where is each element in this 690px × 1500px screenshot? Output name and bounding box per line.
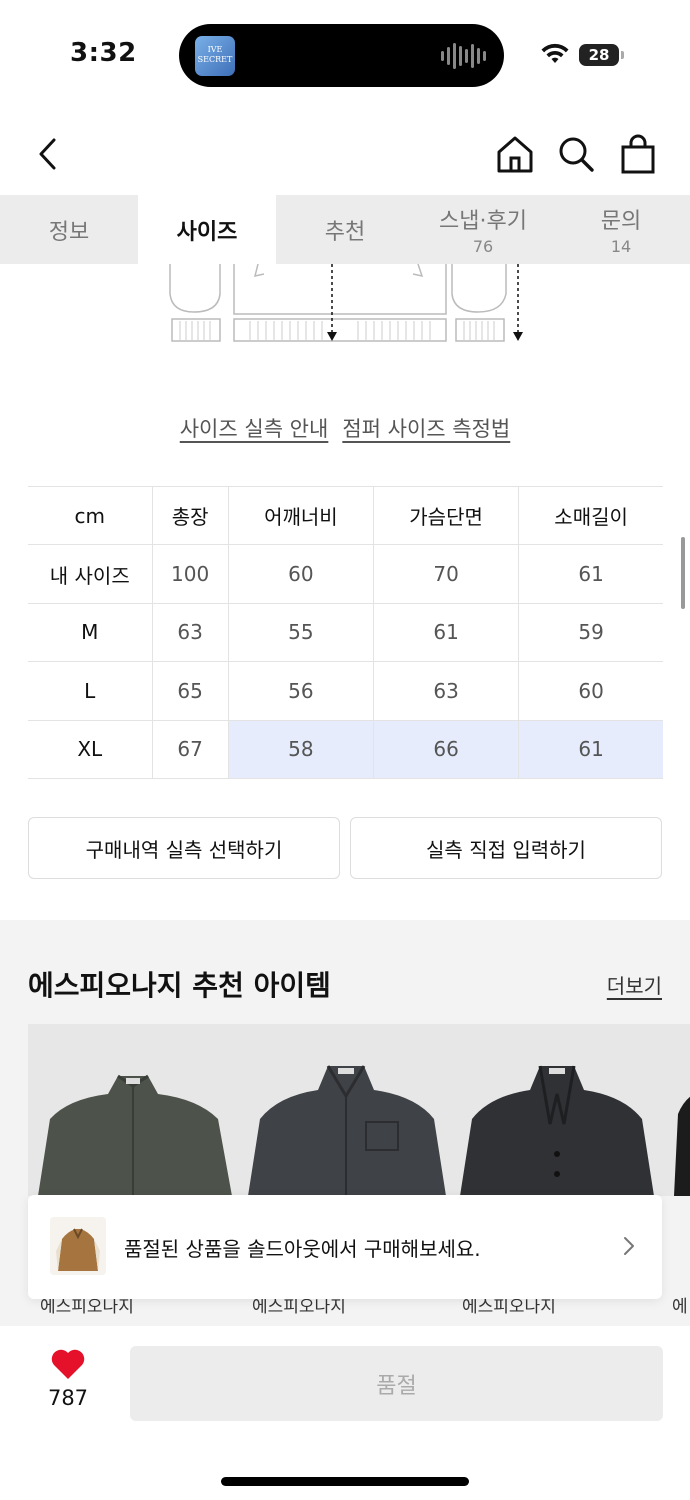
now-playing-artwork: IVE SECRET (195, 36, 235, 76)
table-cell: 65 (151, 661, 229, 721)
tab-label: 추천 (324, 219, 366, 245)
product-image[interactable] (664, 1024, 690, 1196)
heart-icon (51, 1349, 85, 1379)
scrollbar[interactable] (681, 537, 685, 609)
tab-label: 문의 (600, 209, 642, 234)
size-guide-link[interactable]: 사이즈 실측 안내 (180, 413, 329, 443)
table-cell-highlighted: 58 (227, 719, 374, 779)
tab-count: 76 (472, 237, 494, 256)
table-cell: 56 (227, 661, 374, 721)
cart-button[interactable] (614, 130, 662, 178)
table-header-row: cm 총장 어깨너비 가슴단면 소매길이 (28, 485, 663, 546)
recommend-title: 에스피오나지 추천 아이템 (28, 969, 331, 1002)
direct-input-measure-button[interactable]: 실측 직접 입력하기 (350, 817, 662, 879)
tab-label: 정보 (48, 219, 90, 245)
search-button[interactable] (552, 130, 600, 178)
tab-size[interactable]: 사이즈 (138, 195, 276, 264)
table-cell: M (28, 602, 153, 663)
search-icon (559, 137, 594, 172)
table-cell: 63 (372, 661, 520, 721)
product-brand: 에 (672, 1297, 688, 1317)
table-header-cell: 총장 (151, 485, 229, 546)
tab-reviews[interactable]: 스냅·후기 76 (414, 195, 552, 264)
table-header-cell: 가슴단면 (372, 485, 520, 546)
product-tabs: 정보 사이즈 추천 스냅·후기 76 문의 14 (0, 195, 690, 264)
measure-guide-link[interactable]: 점퍼 사이즈 측정법 (342, 413, 510, 443)
see-more-link[interactable]: 더보기 (607, 970, 662, 999)
table-cell-highlighted: 61 (518, 719, 663, 779)
tab-qna[interactable]: 문의 14 (552, 195, 690, 264)
table-row: XL 67 58 66 61 (28, 719, 663, 779)
size-table: cm 총장 어깨너비 가슴단면 소매길이 내 사이즈 100 60 70 61 … (28, 485, 663, 779)
size-diagram (169, 264, 523, 342)
table-cell: 60 (227, 544, 374, 604)
table-cell: 61 (372, 602, 520, 663)
soldout-button[interactable]: 품절 (130, 1346, 663, 1421)
table-cell: 59 (518, 602, 663, 663)
purchase-history-measure-button[interactable]: 구매내역 실측 선택하기 (28, 817, 340, 879)
table-cell: XL (28, 719, 153, 779)
tab-recommend[interactable]: 추천 (276, 195, 414, 264)
soldout-banner[interactable]: 품절된 상품을 솔드아웃에서 구매해보세요. (28, 1195, 662, 1299)
back-button[interactable] (24, 130, 72, 178)
table-cell: 70 (372, 544, 520, 604)
tab-label: 사이즈 (176, 219, 238, 245)
table-cell: 내 사이즈 (28, 544, 153, 604)
battery-tip (621, 51, 624, 59)
tab-count: 14 (610, 237, 632, 256)
table-row: 내 사이즈 100 60 70 61 (28, 544, 663, 604)
table-cell-highlighted: 66 (372, 719, 520, 779)
tab-info[interactable]: 정보 (0, 195, 138, 264)
tab-label: 스냅·후기 (439, 209, 527, 234)
table-row: M 63 55 61 59 (28, 602, 663, 663)
battery-indicator: 28 (579, 44, 619, 66)
home-icon (497, 136, 533, 173)
audio-wave-icon (441, 42, 486, 70)
like-button[interactable]: 787 (28, 1348, 108, 1410)
product-image[interactable] (452, 1024, 662, 1196)
home-button[interactable] (491, 130, 539, 178)
wifi-icon (541, 43, 569, 63)
dynamic-island: IVE SECRET (179, 24, 504, 87)
recommend-carousel[interactable] (28, 1024, 690, 1196)
table-cell: 63 (151, 602, 229, 663)
table-cell: 61 (518, 544, 663, 604)
product-image[interactable] (240, 1024, 450, 1196)
status-time: 3:32 (70, 38, 137, 68)
table-header-cell: 소매길이 (518, 485, 663, 546)
top-nav (0, 118, 690, 190)
shopping-bag-icon (621, 134, 655, 174)
like-count: 787 (47, 1386, 89, 1410)
table-header-cell: cm (28, 485, 153, 546)
table-cell: L (28, 661, 153, 721)
table-header-cell: 어깨너비 (227, 485, 374, 546)
chevron-left-icon (39, 138, 56, 170)
table-cell: 67 (151, 719, 229, 779)
chevron-right-icon (624, 1237, 634, 1255)
product-thumbnail (50, 1217, 106, 1275)
table-row: L 65 56 63 60 (28, 661, 663, 721)
table-cell: 55 (227, 602, 374, 663)
bottom-purchase-bar: 787 품절 (0, 1326, 690, 1500)
soldout-banner-text: 품절된 상품을 솔드아웃에서 구매해보세요. (124, 1237, 481, 1261)
table-cell: 60 (518, 661, 663, 721)
home-indicator[interactable] (221, 1477, 469, 1486)
table-cell: 100 (151, 544, 229, 604)
size-guide-links: 사이즈 실측 안내 점퍼 사이즈 측정법 (0, 413, 690, 443)
status-bar: 3:32 IVE SECRET 28 (0, 0, 690, 110)
product-image[interactable] (28, 1024, 238, 1196)
